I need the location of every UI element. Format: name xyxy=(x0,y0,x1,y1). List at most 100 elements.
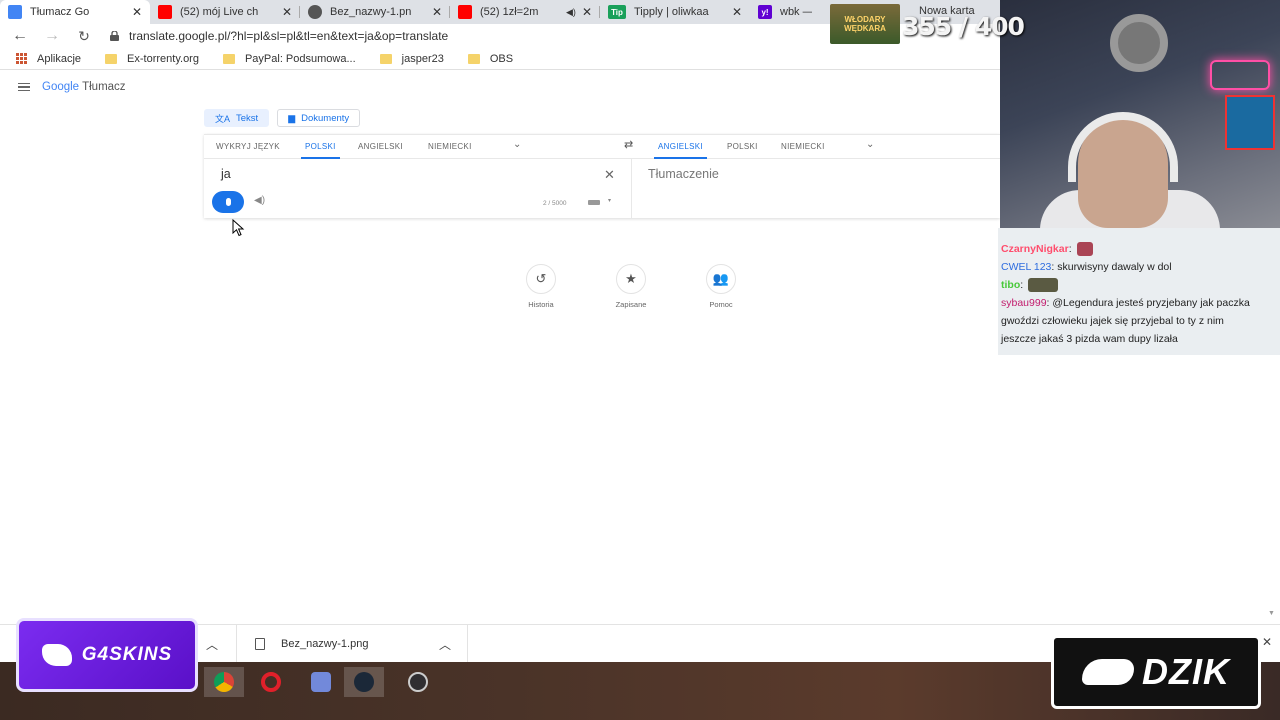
headset xyxy=(1068,112,1178,182)
tab-title: wbk — xyxy=(780,6,812,18)
document-icon: ▆ xyxy=(288,112,296,123)
source-textarea[interactable]: ja xyxy=(221,167,231,181)
chat-message: tibo: xyxy=(1001,276,1278,294)
tab-documents-mode[interactable]: ▆ Dokumenty xyxy=(277,109,361,127)
translation-output: Tłumaczenie xyxy=(648,167,719,181)
lock-icon xyxy=(110,31,119,41)
contribute-button[interactable]: 👥 Pomoc xyxy=(691,264,751,309)
emote-icon xyxy=(1028,278,1059,293)
clear-icon[interactable]: ✕ xyxy=(604,167,615,183)
folder-icon xyxy=(222,53,235,64)
tab-bez-nazwy[interactable]: Bez_nazwy-1.pn ✕ xyxy=(300,0,450,24)
close-tab-icon[interactable]: ✕ xyxy=(432,5,442,19)
chrome-taskbar-icon[interactable] xyxy=(204,667,244,697)
sponsor-logo-dzik: DZIK xyxy=(1051,635,1261,709)
menu-icon[interactable] xyxy=(18,81,30,94)
bookmark-obs[interactable]: OBS xyxy=(467,53,513,65)
language-row: WYKRYJ JĘZYK POLSKI ANGIELSKI NIEMIECKI … xyxy=(204,135,1000,159)
google-wordmark: Google xyxy=(42,81,80,93)
close-tab-icon[interactable]: ✕ xyxy=(732,5,742,19)
tab-title: Bez_nazwy-1.pn xyxy=(330,6,412,18)
sponsor-logo-g4skins: G4SKINS xyxy=(16,618,198,692)
chevron-down-icon[interactable]: ⌄ xyxy=(513,139,522,150)
product-name: Tłumacz xyxy=(82,81,126,93)
tab-title: Tipply | oliwkaa xyxy=(634,6,709,18)
chevron-up-icon[interactable]: ︿ xyxy=(206,636,218,653)
background-monitor xyxy=(1225,95,1275,150)
file-icon xyxy=(255,638,265,650)
microphone-icon[interactable] xyxy=(212,191,244,213)
youtube-icon xyxy=(158,5,172,19)
chevron-down-icon[interactable]: ⌄ xyxy=(866,139,875,150)
tab-text-mode[interactable]: 文A Tekst xyxy=(204,109,270,127)
saved-button[interactable]: ★ Zapisane xyxy=(601,264,661,309)
keyboard-icon[interactable] xyxy=(588,200,600,205)
download-filename: Bez_nazwy-1.png xyxy=(281,638,369,650)
lang-source-german[interactable]: NIEMIECKI xyxy=(428,142,472,151)
webcam-overlay xyxy=(1000,0,1280,228)
mode-tabs: 文A Tekst ▆ Dokumenty xyxy=(204,109,361,127)
bookmark-paypal[interactable]: PayPal: Podsumowa... xyxy=(222,53,356,65)
bookmarks-bar: Aplikacje Ex-torrenty.org PayPal: Podsum… xyxy=(0,48,1000,70)
chat-message: CzarnyNigkar: xyxy=(1001,240,1278,258)
bookmark-jasper23[interactable]: jasper23 xyxy=(379,53,444,65)
youtube-icon xyxy=(458,5,472,19)
panther-icon xyxy=(41,644,72,666)
google-translate-icon xyxy=(8,5,22,19)
translate-logo[interactable]: Google Tłumacz xyxy=(42,81,126,93)
speaker-icon[interactable]: ◀) xyxy=(254,195,265,206)
emote-icon xyxy=(1076,242,1093,257)
tipply-icon: Tip xyxy=(608,5,626,19)
globe-icon xyxy=(308,5,322,19)
bookmark-ex-torrenty[interactable]: Ex-torrenty.org xyxy=(105,53,199,65)
reload-icon[interactable]: ↻ xyxy=(72,24,96,48)
discord-taskbar-icon[interactable] xyxy=(301,667,341,697)
folder-icon xyxy=(105,53,118,64)
star-icon: ★ xyxy=(616,264,646,294)
goal-image: WŁODARY WĘDKARA xyxy=(830,4,900,44)
neon-sign xyxy=(1210,60,1270,90)
contribute-icon: 👥 xyxy=(706,264,736,294)
tab-youtube-live[interactable]: (52) mój Live ch ✕ xyxy=(150,0,300,24)
lang-target-polish[interactable]: POLSKI xyxy=(727,142,758,151)
download-item[interactable]: Bez_nazwy-1.png ︿ xyxy=(236,625,468,663)
bookmark-apps[interactable]: Aplikacje xyxy=(16,53,81,65)
address-bar[interactable]: translate.google.pl/?hl=pl&sl=pl&tl=en&t… xyxy=(110,29,448,43)
forward-arrow-icon[interactable]: → xyxy=(40,24,64,48)
obs-taskbar-icon[interactable] xyxy=(398,667,438,697)
opera-taskbar-icon[interactable] xyxy=(251,667,291,697)
tab-yahoo[interactable]: y! wbk — xyxy=(750,0,820,24)
tab-tipply[interactable]: Tip Tipply | oliwkaa ✕ xyxy=(600,0,750,24)
mute-tab-icon[interactable]: ◀) xyxy=(566,7,576,18)
close-tab-icon[interactable]: ✕ xyxy=(282,5,292,19)
close-shelf-icon[interactable]: ✕ xyxy=(1262,635,1272,649)
translate-panel: WYKRYJ JĘZYK POLSKI ANGIELSKI NIEMIECKI … xyxy=(204,134,1000,219)
close-tab-icon[interactable]: ✕ xyxy=(132,5,142,19)
goal-counter: 355 / 400 xyxy=(902,12,1025,41)
scroll-down-arrow-icon[interactable]: ▼ xyxy=(1268,610,1275,617)
tab-youtube-2[interactable]: (52) 1zł=2m ◀) ✕ xyxy=(450,0,600,24)
lang-source-english[interactable]: ANGIELSKI xyxy=(358,142,403,151)
close-tab-icon[interactable]: ✕ xyxy=(582,5,592,19)
tab-google-translate[interactable]: Tłumacz Go ✕ xyxy=(0,0,150,24)
yahoo-icon: y! xyxy=(758,5,772,19)
history-button[interactable]: ↺ Historia xyxy=(511,264,571,309)
apps-grid-icon xyxy=(16,53,27,64)
stream-chat: CzarnyNigkar: CWEL 123: skurwisyny dawal… xyxy=(998,228,1280,355)
lang-target-german[interactable]: NIEMIECKI xyxy=(781,142,825,151)
panel-divider xyxy=(631,159,632,219)
lang-source-polish[interactable]: POLSKI xyxy=(301,142,340,159)
boar-icon xyxy=(1082,659,1134,685)
chevron-up-icon[interactable]: ︿ xyxy=(439,636,451,653)
back-arrow-icon[interactable]: ← xyxy=(8,24,32,48)
tab-title: Tłumacz Go xyxy=(30,6,90,18)
url-text[interactable]: translate.google.pl/?hl=pl&sl=pl&tl=en&t… xyxy=(129,29,448,43)
steam-taskbar-icon[interactable] xyxy=(344,667,384,697)
chevron-down-icon[interactable]: ▾ xyxy=(608,197,611,204)
swap-languages-icon[interactable]: ⇄ xyxy=(624,138,634,151)
chat-message: CWEL 123: skurwisyny dawaly w dol xyxy=(1001,261,1172,273)
lang-target-english[interactable]: ANGIELSKI xyxy=(654,142,707,159)
lang-detect[interactable]: WYKRYJ JĘZYK xyxy=(216,142,280,151)
history-icon: ↺ xyxy=(526,264,556,294)
tab-title: (52) mój Live ch xyxy=(180,6,259,18)
